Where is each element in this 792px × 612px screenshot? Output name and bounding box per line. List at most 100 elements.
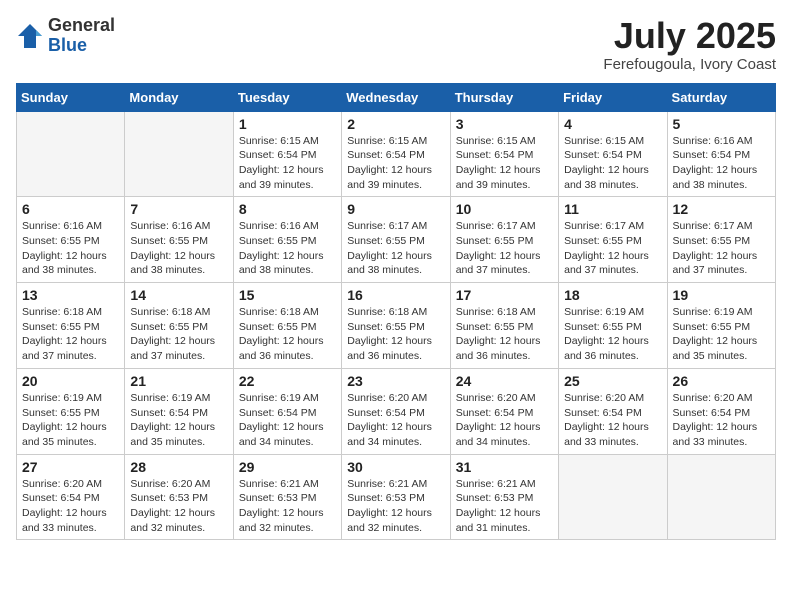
logo: General Blue <box>16 16 115 56</box>
calendar-cell: 12Sunrise: 6:17 AMSunset: 6:55 PMDayligh… <box>667 197 775 283</box>
day-info: Sunrise: 6:15 AMSunset: 6:54 PMDaylight:… <box>239 134 336 193</box>
day-number: 10 <box>456 201 553 217</box>
calendar-cell: 10 Sunrise: 6:17 AMSunset: 6:55 PMDayligh… <box>450 197 558 283</box>
week-row-3: 13Sunrise: 6:18 AMSunset: 6:55 PMDayligh… <box>17 283 776 369</box>
day-number: 4 <box>564 116 661 132</box>
day-info: Sunrise: 6:17 AMSunset: 6:55 PMDaylight:… <box>456 219 553 278</box>
day-number: 9 <box>347 201 444 217</box>
day-info: Sunrise: 6:20 AMSunset: 6:54 PMDaylight:… <box>22 477 119 536</box>
day-info: Sunrise: 6:19 AMSunset: 6:55 PMDaylight:… <box>22 391 119 450</box>
day-info: Sunrise: 6:18 AMSunset: 6:55 PMDaylight:… <box>22 305 119 364</box>
day-number: 23 <box>347 373 444 389</box>
day-number: 7 <box>130 201 227 217</box>
calendar-cell <box>17 111 125 197</box>
calendar-header-sunday: Sunday <box>17 83 125 111</box>
day-info: Sunrise: 6:16 AMSunset: 6:55 PMDaylight:… <box>22 219 119 278</box>
day-number: 18 <box>564 287 661 303</box>
calendar-cell <box>667 454 775 540</box>
day-number: 30 <box>347 459 444 475</box>
day-info: Sunrise: 6:21 AMSunset: 6:53 PMDaylight:… <box>456 477 553 536</box>
day-number: 5 <box>673 116 770 132</box>
calendar-cell: 18 Sunrise: 6:19 AMSunset: 6:55 PMDayligh… <box>559 283 667 369</box>
calendar-cell: 16 Sunrise: 6:18 AMSunset: 6:55 PMDayligh… <box>342 283 450 369</box>
calendar-cell: 26 Sunrise: 6:20 AMSunset: 6:54 PMDayligh… <box>667 368 775 454</box>
day-number: 14 <box>130 287 227 303</box>
day-info: Sunrise: 6:17 AMSunset: 6:55 PMDaylight:… <box>564 219 661 278</box>
day-number: 6 <box>22 201 119 217</box>
title-section: July 2025 Ferefougoula, Ivory Coast <box>603 16 776 73</box>
day-info: Sunrise: 6:18 AMSunset: 6:55 PMDaylight:… <box>347 305 444 364</box>
day-number: 15 <box>239 287 336 303</box>
day-info: Sunrise: 6:20 AMSunset: 6:54 PMDaylight:… <box>347 391 444 450</box>
calendar-cell: 2Sunrise: 6:15 AMSunset: 6:54 PMDaylight… <box>342 111 450 197</box>
day-number: 3 <box>456 116 553 132</box>
day-number: 24 <box>456 373 553 389</box>
day-info: Sunrise: 6:16 AMSunset: 6:55 PMDaylight:… <box>239 219 336 278</box>
calendar-cell: 30 Sunrise: 6:21 AMSunset: 6:53 PMDayligh… <box>342 454 450 540</box>
calendar-cell: 20 Sunrise: 6:19 AMSunset: 6:55 PMDayligh… <box>17 368 125 454</box>
day-info: Sunrise: 6:19 AMSunset: 6:54 PMDaylight:… <box>130 391 227 450</box>
week-row-4: 20 Sunrise: 6:19 AMSunset: 6:55 PMDayligh… <box>17 368 776 454</box>
calendar-cell: 4Sunrise: 6:15 AMSunset: 6:54 PMDaylight… <box>559 111 667 197</box>
day-number: 28 <box>130 459 227 475</box>
day-number: 17 <box>456 287 553 303</box>
day-info: Sunrise: 6:20 AMSunset: 6:54 PMDaylight:… <box>564 391 661 450</box>
calendar-cell: 19 Sunrise: 6:19 AMSunset: 6:55 PMDayligh… <box>667 283 775 369</box>
calendar-cell: 5 Sunrise: 6:16 AMSunset: 6:54 PMDaylight… <box>667 111 775 197</box>
day-info: Sunrise: 6:19 AMSunset: 6:55 PMDaylight:… <box>564 305 661 364</box>
calendar-cell <box>559 454 667 540</box>
day-number: 1 <box>239 116 336 132</box>
calendar-cell: 8 Sunrise: 6:16 AMSunset: 6:55 PMDaylight… <box>233 197 341 283</box>
calendar-cell: 22 Sunrise: 6:19 AMSunset: 6:54 PMDayligh… <box>233 368 341 454</box>
day-number: 20 <box>22 373 119 389</box>
day-info: Sunrise: 6:19 AMSunset: 6:54 PMDaylight:… <box>239 391 336 450</box>
week-row-5: 27 Sunrise: 6:20 AMSunset: 6:54 PMDayligh… <box>17 454 776 540</box>
calendar-cell: 1 Sunrise: 6:15 AMSunset: 6:54 PMDaylight… <box>233 111 341 197</box>
calendar-cell: 7 Sunrise: 6:16 AMSunset: 6:55 PMDaylight… <box>125 197 233 283</box>
logo-icon <box>16 22 44 50</box>
calendar-header-thursday: Thursday <box>450 83 558 111</box>
calendar-header-monday: Monday <box>125 83 233 111</box>
day-info: Sunrise: 6:15 AMSunset: 6:54 PMDaylight:… <box>456 134 553 193</box>
calendar-header-row: SundayMondayTuesdayWednesdayThursdayFrid… <box>17 83 776 111</box>
calendar-cell: 21 Sunrise: 6:19 AMSunset: 6:54 PMDayligh… <box>125 368 233 454</box>
day-info: Sunrise: 6:20 AMSunset: 6:53 PMDaylight:… <box>130 477 227 536</box>
day-info: Sunrise: 6:16 AMSunset: 6:55 PMDaylight:… <box>130 219 227 278</box>
calendar-header-saturday: Saturday <box>667 83 775 111</box>
day-info: Sunrise: 6:20 AMSunset: 6:54 PMDaylight:… <box>456 391 553 450</box>
day-number: 29 <box>239 459 336 475</box>
day-number: 22 <box>239 373 336 389</box>
calendar-cell: 11 Sunrise: 6:17 AMSunset: 6:55 PMDayligh… <box>559 197 667 283</box>
month-year-title: July 2025 <box>603 16 776 56</box>
day-info: Sunrise: 6:18 AMSunset: 6:55 PMDaylight:… <box>130 305 227 364</box>
day-info: Sunrise: 6:19 AMSunset: 6:55 PMDaylight:… <box>673 305 770 364</box>
calendar-cell: 25 Sunrise: 6:20 AMSunset: 6:54 PMDayligh… <box>559 368 667 454</box>
calendar-header-tuesday: Tuesday <box>233 83 341 111</box>
calendar-cell: 14 Sunrise: 6:18 AMSunset: 6:55 PMDayligh… <box>125 283 233 369</box>
calendar-cell: 9 Sunrise: 6:17 AMSunset: 6:55 PMDaylight… <box>342 197 450 283</box>
calendar-table: SundayMondayTuesdayWednesdayThursdayFrid… <box>16 83 776 541</box>
calendar-header-friday: Friday <box>559 83 667 111</box>
day-number: 27 <box>22 459 119 475</box>
day-number: 16 <box>347 287 444 303</box>
day-number: 25 <box>564 373 661 389</box>
calendar-cell: 3 Sunrise: 6:15 AMSunset: 6:54 PMDaylight… <box>450 111 558 197</box>
calendar-header-wednesday: Wednesday <box>342 83 450 111</box>
day-number: 19 <box>673 287 770 303</box>
day-number: 26 <box>673 373 770 389</box>
day-info: Sunrise: 6:17 AMSunset: 6:55 PMDaylight:… <box>347 219 444 278</box>
day-number: 31 <box>456 459 553 475</box>
day-info: Sunrise: 6:21 AMSunset: 6:53 PMDaylight:… <box>347 477 444 536</box>
week-row-2: 6 Sunrise: 6:16 AMSunset: 6:55 PMDaylight… <box>17 197 776 283</box>
calendar-cell <box>125 111 233 197</box>
calendar-cell: 24 Sunrise: 6:20 AMSunset: 6:54 PMDayligh… <box>450 368 558 454</box>
day-number: 11 <box>564 201 661 217</box>
day-number: 8 <box>239 201 336 217</box>
day-number: 21 <box>130 373 227 389</box>
calendar-cell: 31 Sunrise: 6:21 AMSunset: 6:53 PMDayligh… <box>450 454 558 540</box>
logo-general-text: General <box>48 16 115 36</box>
location-text: Ferefougoula, Ivory Coast <box>603 56 776 73</box>
day-info: Sunrise: 6:20 AMSunset: 6:54 PMDaylight:… <box>673 391 770 450</box>
day-info: Sunrise: 6:16 AMSunset: 6:54 PMDaylight:… <box>673 134 770 193</box>
day-info: Sunrise: 6:21 AMSunset: 6:53 PMDaylight:… <box>239 477 336 536</box>
